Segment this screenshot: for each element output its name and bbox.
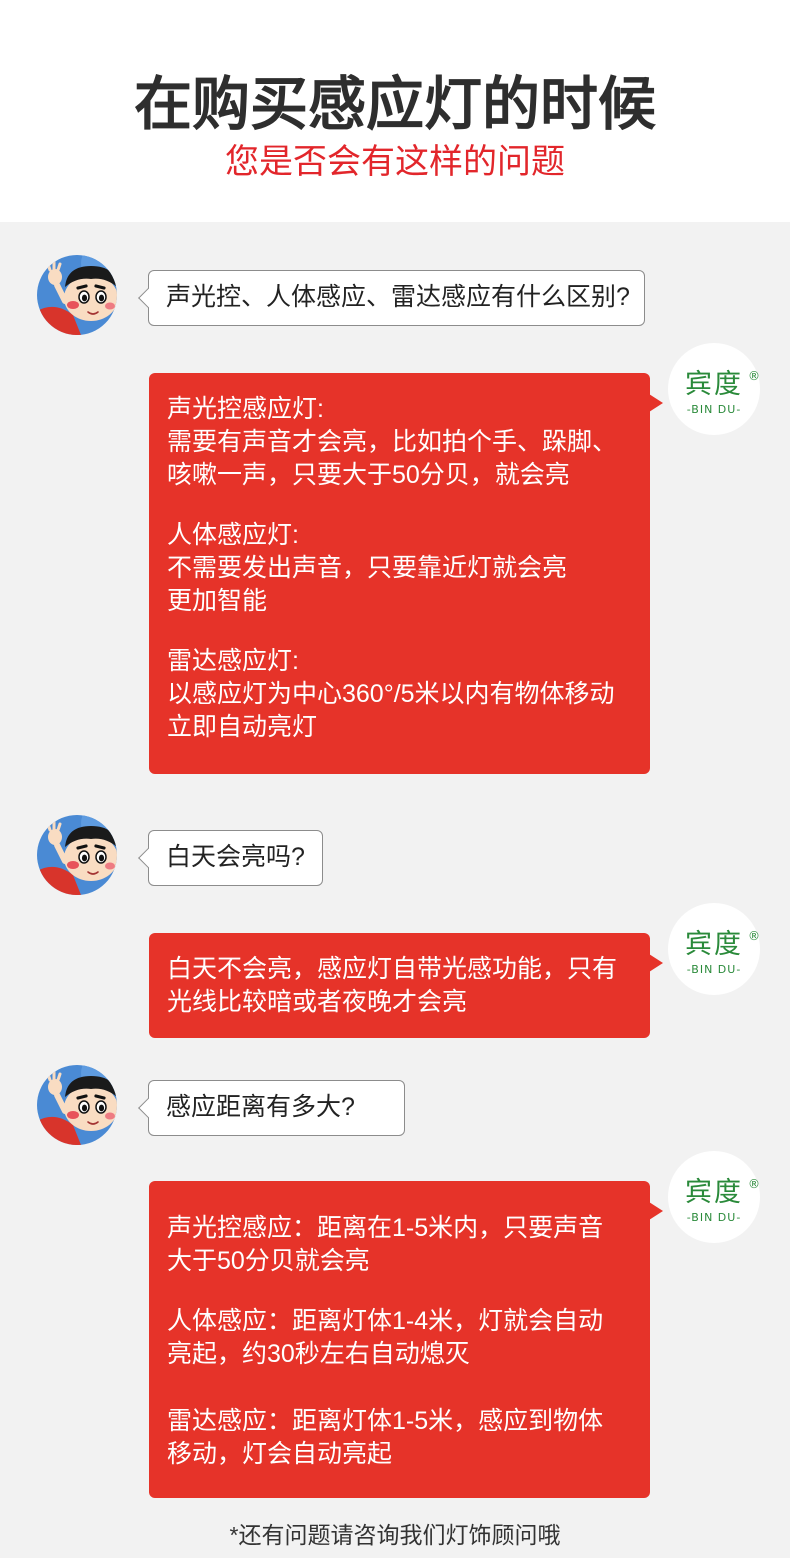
- question-bubble: 感应距离有多大?: [148, 1080, 405, 1136]
- answer-line: 以感应灯为中心360°/5米以内有物体移动: [167, 680, 615, 708]
- brand-logo-latin: -BIN DU-: [686, 963, 742, 976]
- answer-line: 白天不会亮，感应灯自带光感功能，只有: [167, 955, 618, 983]
- registered-mark: ®: [748, 369, 760, 383]
- answer-line: 咳嗽一声，只要大于50分贝，就会亮: [167, 461, 570, 489]
- brand-logo-latin: -BIN DU-: [686, 1211, 742, 1224]
- answer-line: 光线比较暗或者夜晚才会亮: [167, 988, 468, 1016]
- answer-line: 更加智能: [167, 587, 268, 615]
- registered-mark: ®: [748, 929, 760, 943]
- question-text: 白天会亮吗?: [166, 843, 305, 871]
- question-bubble: 白天会亮吗?: [148, 830, 323, 886]
- answer-line: 雷达感应：距离灯体1-5米，感应到物体: [167, 1407, 604, 1435]
- answer-bubble: 白天不会亮，感应灯自带光感功能，只有 光线比较暗或者夜晚才会亮: [149, 933, 663, 1038]
- brand-logo-name: 宾度: [685, 369, 743, 400]
- brand-logo: 宾度 ® -BIN DU-: [668, 1151, 760, 1243]
- answer-line: 声光控感应：距离在1-5米内，只要声音: [167, 1214, 604, 1242]
- question-text: 感应距离有多大?: [166, 1093, 355, 1121]
- brand-logo-latin: -BIN DU-: [686, 403, 742, 416]
- answer-line: 立即自动亮灯: [167, 713, 318, 741]
- answer-paragraph: 声光控感应灯: 需要有声音才会亮，比如拍个手、跺脚、 咳嗽一声，只要大于50分贝…: [167, 393, 650, 492]
- customer-avatar-icon: [37, 255, 117, 335]
- answer-line: 人体感应：距离灯体1-4米，灯就会自动: [167, 1307, 604, 1335]
- customer-avatar-icon: [37, 1065, 117, 1145]
- answer-paragraph: 雷达感应灯: 以感应灯为中心360°/5米以内有物体移动 立即自动亮灯: [167, 645, 650, 744]
- page: 在购买感应灯的时候 您是否会有这样的问题 声光控、人体感应、雷达感应有什么区别?…: [0, 0, 790, 1558]
- answer-paragraph: 雷达感应：距离灯体1-5米，感应到物体 移动，灯会自动亮起: [167, 1405, 650, 1471]
- answer-line: 大于50分贝就会亮: [167, 1247, 370, 1275]
- header: 在购买感应灯的时候 您是否会有这样的问题: [0, 0, 790, 222]
- answer-line: 移动，灯会自动亮起: [167, 1440, 393, 1468]
- question-bubble: 声光控、人体感应、雷达感应有什么区别?: [148, 270, 645, 326]
- question-text: 声光控、人体感应、雷达感应有什么区别?: [166, 283, 630, 311]
- answer-heading: 人体感应灯:: [167, 521, 299, 549]
- answer-heading: 雷达感应灯:: [167, 647, 299, 675]
- registered-mark: ®: [748, 1177, 760, 1191]
- answer-line: 不需要发出声音，只要靠近灯就会亮: [167, 554, 568, 582]
- answer-heading: 声光控感应灯:: [167, 395, 324, 423]
- footer-note: *还有问题请咨询我们灯饰顾问哦: [229, 1522, 561, 1548]
- answer-paragraph: 白天不会亮，感应灯自带光感功能，只有 光线比较暗或者夜晚才会亮: [167, 953, 650, 1019]
- page-title: 在购买感应灯的时候: [133, 72, 656, 137]
- brand-logo-name: 宾度: [685, 1177, 743, 1208]
- answer-bubble: 声光控感应：距离在1-5米内，只要声音 大于50分贝就会亮 人体感应：距离灯体1…: [149, 1181, 663, 1498]
- answer-bubble: 声光控感应灯: 需要有声音才会亮，比如拍个手、跺脚、 咳嗽一声，只要大于50分贝…: [149, 373, 663, 774]
- brand-logo: 宾度 ® -BIN DU-: [668, 343, 760, 435]
- customer-avatar-icon: [37, 815, 117, 895]
- answer-paragraph: 人体感应灯: 不需要发出声音，只要靠近灯就会亮 更加智能: [167, 519, 650, 618]
- brand-logo: 宾度 ® -BIN DU-: [668, 903, 760, 995]
- answer-paragraph: 人体感应：距离灯体1-4米，灯就会自动 亮起，约30秒左右自动熄灭: [167, 1305, 650, 1371]
- answer-paragraph: 声光控感应：距离在1-5米内，只要声音 大于50分贝就会亮: [167, 1212, 650, 1278]
- brand-logo-name: 宾度: [685, 929, 743, 960]
- answer-line: 亮起，约30秒左右自动熄灭: [167, 1340, 470, 1368]
- page-subtitle: 您是否会有这样的问题: [225, 143, 565, 181]
- answer-line: 需要有声音才会亮，比如拍个手、跺脚、: [167, 428, 618, 456]
